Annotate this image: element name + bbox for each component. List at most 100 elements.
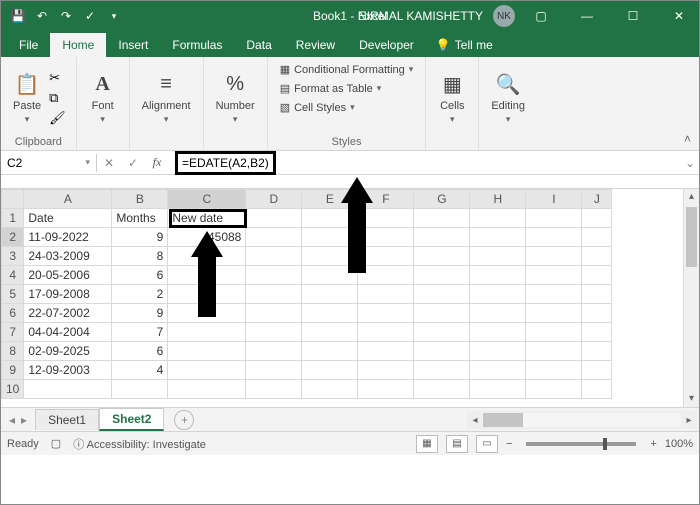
editing-button[interactable]: 🔍 Editing ▾ (489, 68, 527, 127)
cell[interactable]: 7 (112, 323, 168, 342)
cell[interactable]: 11-09-2022 (24, 228, 112, 247)
cell[interactable]: Date (24, 209, 112, 228)
cell[interactable] (358, 361, 414, 380)
col-header-J[interactable]: J (582, 190, 612, 209)
spellcheck-icon[interactable]: ✓ (83, 9, 97, 23)
macro-record-icon[interactable]: ▢ (51, 437, 61, 450)
cell[interactable] (470, 304, 526, 323)
cell[interactable]: Months (112, 209, 168, 228)
cell[interactable] (414, 361, 470, 380)
accessibility-status[interactable]: ⓘ Accessibility: Investigate (73, 436, 206, 452)
page-break-view-icon[interactable]: ▭ (476, 435, 498, 453)
cell[interactable] (582, 380, 612, 399)
col-header-D[interactable]: D (246, 190, 302, 209)
cell[interactable] (246, 266, 302, 285)
cell[interactable] (526, 247, 582, 266)
zoom-slider[interactable] (526, 442, 636, 446)
col-header-F[interactable]: F (358, 190, 414, 209)
cell[interactable] (414, 266, 470, 285)
cell[interactable] (526, 323, 582, 342)
scroll-up-icon[interactable]: ▴ (684, 189, 699, 205)
cell[interactable] (582, 247, 612, 266)
cell[interactable]: 45088 (168, 228, 246, 247)
cell[interactable] (168, 247, 246, 266)
cell[interactable] (526, 342, 582, 361)
cell[interactable] (302, 304, 358, 323)
tab-home[interactable]: Home (50, 33, 106, 57)
cell[interactable] (358, 380, 414, 399)
cell[interactable] (246, 285, 302, 304)
alignment-button[interactable]: ≡ Alignment ▾ (140, 68, 193, 127)
cell[interactable] (526, 228, 582, 247)
row-header[interactable]: 10 (2, 380, 24, 399)
col-header-A[interactable]: A (24, 190, 112, 209)
cell[interactable] (414, 285, 470, 304)
cancel-formula-icon[interactable]: ✕ (97, 156, 121, 170)
scrollbar-thumb[interactable] (686, 207, 697, 267)
cell[interactable] (414, 380, 470, 399)
col-header-E[interactable]: E (302, 190, 358, 209)
cell[interactable] (246, 209, 302, 228)
cell[interactable]: 22-07-2002 (24, 304, 112, 323)
row-header[interactable]: 8 (2, 342, 24, 361)
cell[interactable] (302, 285, 358, 304)
paste-button[interactable]: 📋 Paste ▾ (11, 68, 43, 127)
row-header[interactable]: 5 (2, 285, 24, 304)
cell[interactable] (358, 342, 414, 361)
tab-file[interactable]: File (7, 33, 50, 57)
cell[interactable] (582, 266, 612, 285)
normal-view-icon[interactable]: ▦ (416, 435, 438, 453)
qat-customize-icon[interactable]: ▾ (107, 9, 121, 23)
cell[interactable] (582, 342, 612, 361)
cell[interactable] (168, 342, 246, 361)
maximize-icon[interactable]: ☐ (613, 1, 653, 31)
cell[interactable] (526, 304, 582, 323)
cell[interactable] (358, 228, 414, 247)
sheet-nav-next-icon[interactable]: ▸ (21, 413, 27, 427)
ribbon-display-options-icon[interactable]: ▢ (521, 1, 561, 31)
cell[interactable] (358, 323, 414, 342)
cell[interactable] (470, 342, 526, 361)
select-all-button[interactable] (2, 190, 24, 209)
cell[interactable] (112, 380, 168, 399)
cell[interactable]: 20-05-2006 (24, 266, 112, 285)
cell[interactable]: 12-09-2003 (24, 361, 112, 380)
zoom-out-icon[interactable]: − (506, 438, 512, 450)
cell[interactable] (168, 304, 246, 323)
cell[interactable]: 04-04-2004 (24, 323, 112, 342)
row-header[interactable]: 9 (2, 361, 24, 380)
cell[interactable]: 6 (112, 342, 168, 361)
worksheet-grid[interactable]: A B C D E F G H I J 1DateMonthsNew date2… (1, 189, 699, 407)
cell[interactable] (168, 285, 246, 304)
undo-icon[interactable]: ↶ (35, 9, 49, 23)
cell[interactable] (414, 323, 470, 342)
cell[interactable]: 9 (112, 228, 168, 247)
cell[interactable] (24, 380, 112, 399)
row-header[interactable]: 4 (2, 266, 24, 285)
row-header[interactable]: 2 (2, 228, 24, 247)
cell[interactable] (168, 361, 246, 380)
collapse-ribbon-icon[interactable]: ˄ (684, 132, 691, 146)
cell[interactable] (526, 266, 582, 285)
minimize-icon[interactable]: — (567, 1, 607, 31)
cell[interactable] (414, 247, 470, 266)
tab-developer[interactable]: Developer (347, 33, 426, 57)
cell[interactable] (526, 380, 582, 399)
cell[interactable] (246, 323, 302, 342)
cell[interactable] (246, 361, 302, 380)
cell[interactable] (582, 228, 612, 247)
cell[interactable] (302, 323, 358, 342)
expand-formula-bar-icon[interactable]: ⌄ (681, 156, 699, 170)
cell[interactable] (246, 228, 302, 247)
enter-formula-icon[interactable]: ✓ (121, 156, 145, 170)
cell[interactable] (414, 209, 470, 228)
vertical-scrollbar[interactable]: ▴ ▾ (683, 189, 699, 407)
cell[interactable] (358, 266, 414, 285)
col-header-B[interactable]: B (112, 190, 168, 209)
account-name[interactable]: NIRMAL KAMISHETTY (358, 9, 483, 23)
cell[interactable]: 17-09-2008 (24, 285, 112, 304)
row-header[interactable]: 6 (2, 304, 24, 323)
cell[interactable] (526, 361, 582, 380)
cell[interactable]: 24-03-2009 (24, 247, 112, 266)
sheet-nav-prev-icon[interactable]: ◂ (9, 413, 15, 427)
